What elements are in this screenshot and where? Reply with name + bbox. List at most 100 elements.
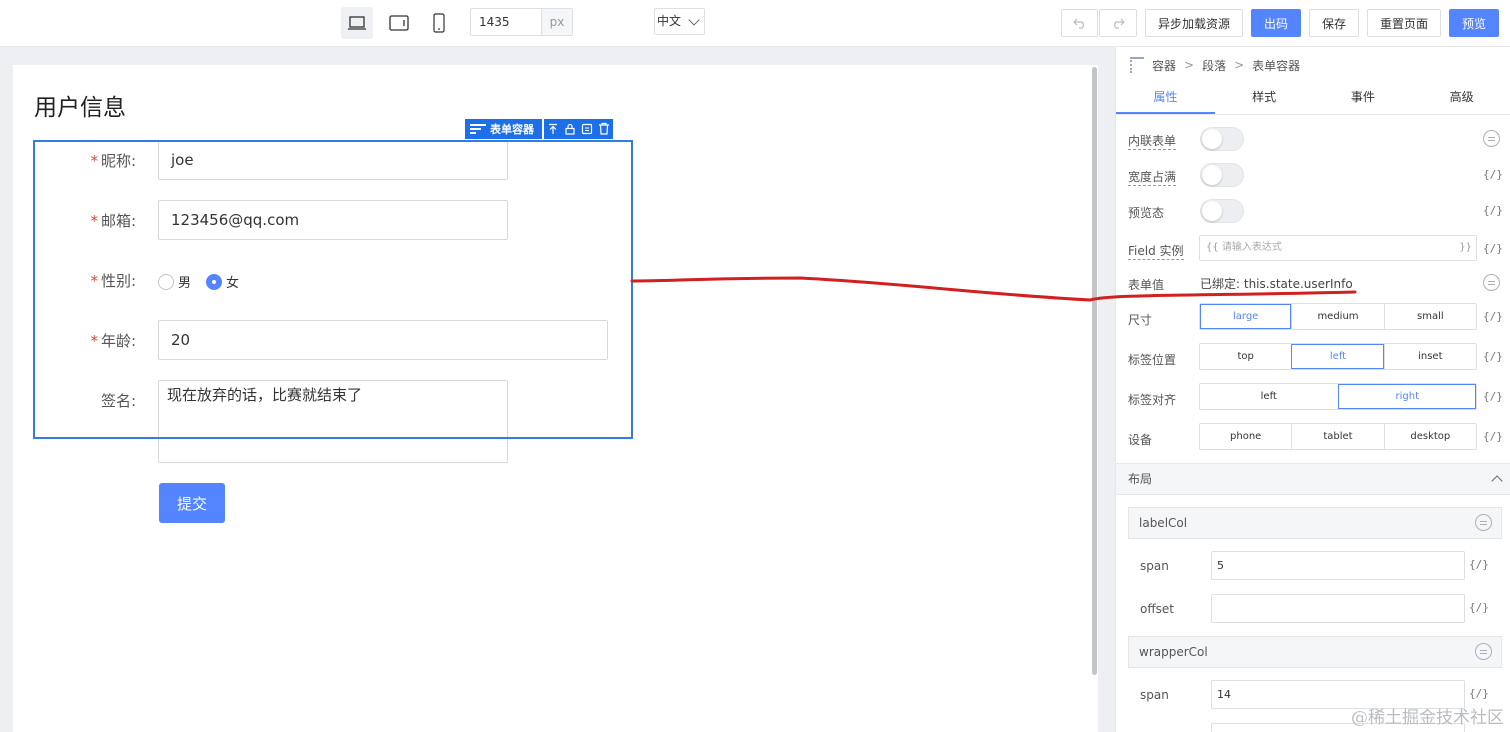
copy-icon[interactable] xyxy=(581,120,593,139)
variable-icon[interactable]: {/} xyxy=(1483,430,1503,443)
wrapper-col-span-label: span xyxy=(1140,688,1169,702)
inline-form-label: 内联表单 xyxy=(1128,134,1177,150)
top-toolbar: 1435 px 中文 异步加载资源 出码 保存 重置页面 预览 xyxy=(0,0,1510,47)
redo-icon xyxy=(1114,18,1125,29)
size-option-small[interactable]: small xyxy=(1383,304,1476,329)
preview-button[interactable]: 预览 xyxy=(1449,9,1499,37)
canvas-width-unit: px xyxy=(541,9,572,35)
select-parent-icon[interactable] xyxy=(547,120,559,139)
label-position-option-left[interactable]: left xyxy=(1291,344,1384,369)
variable-icon[interactable]: {/} xyxy=(1469,687,1489,700)
size-option-medium[interactable]: medium xyxy=(1291,304,1383,329)
desktop-view-button[interactable] xyxy=(341,7,373,39)
variable-bind-icon[interactable] xyxy=(1475,514,1492,531)
language-select[interactable]: 中文 xyxy=(654,8,705,35)
gender-option-male[interactable]: 男 xyxy=(158,272,191,291)
radio-female[interactable] xyxy=(206,273,222,290)
variable-icon[interactable]: {/} xyxy=(1469,558,1489,571)
tab-events[interactable]: 事件 xyxy=(1314,80,1413,114)
chevron-down-icon xyxy=(688,14,700,26)
wrapper-col-title: wrapperCol xyxy=(1139,645,1208,659)
signature-textarea[interactable]: 现在放弃的话，比赛就结束了 xyxy=(158,380,508,463)
breadcrumb-item-form[interactable]: 表单容器 xyxy=(1252,57,1300,74)
field-instance-input[interactable]: {{ 请输入表达式 }} xyxy=(1199,235,1477,261)
device-segmented: phone tablet desktop xyxy=(1199,423,1477,450)
size-label: 尺寸 xyxy=(1128,313,1153,327)
label-position-segmented: top left inset xyxy=(1199,343,1477,370)
export-code-button[interactable]: 出码 xyxy=(1251,9,1301,37)
inline-form-switch[interactable] xyxy=(1200,127,1244,151)
full-width-switch[interactable] xyxy=(1200,163,1244,187)
variable-bind-icon[interactable] xyxy=(1483,274,1500,291)
device-label: 设备 xyxy=(1128,433,1153,447)
layout-section-header[interactable]: 布局 xyxy=(1116,463,1510,495)
selected-component-tag[interactable]: 表单容器 xyxy=(465,119,542,139)
gender-option-female-label: 女 xyxy=(226,276,240,291)
delete-icon[interactable] xyxy=(598,120,610,139)
tab-style[interactable]: 样式 xyxy=(1215,80,1314,114)
submit-button[interactable]: 提交 xyxy=(159,483,225,523)
field-instance-label: Field 实例 xyxy=(1128,244,1184,260)
mobile-view-button[interactable] xyxy=(423,7,455,39)
variable-bind-icon[interactable] xyxy=(1475,643,1492,660)
label-align-segmented: left right xyxy=(1199,383,1477,410)
tab-advanced[interactable]: 高级 xyxy=(1412,80,1510,114)
radio-male[interactable] xyxy=(158,273,174,290)
variable-icon[interactable]: {/} xyxy=(1483,350,1503,363)
selected-component-name: 表单容器 xyxy=(490,123,534,136)
async-load-button[interactable]: 异步加载资源 xyxy=(1145,9,1243,37)
label-position-label: 标签位置 xyxy=(1128,353,1177,367)
label-position-option-inset[interactable]: inset xyxy=(1383,344,1476,369)
variable-icon[interactable]: {/} xyxy=(1483,168,1503,181)
form-container-icon xyxy=(470,124,486,134)
breadcrumb-item-container[interactable]: 容器 xyxy=(1152,57,1176,74)
component-tree-icon xyxy=(1130,57,1144,73)
canvas-width-input[interactable]: 1435 px xyxy=(470,8,573,36)
variable-icon[interactable]: {/} xyxy=(1483,390,1503,403)
variable-icon[interactable]: {/} xyxy=(1483,242,1503,255)
breadcrumb-item-paragraph[interactable]: 段落 xyxy=(1202,57,1226,74)
email-input[interactable]: 123456@qq.com xyxy=(158,200,508,240)
undo-button[interactable] xyxy=(1061,9,1098,37)
label-col-span-input[interactable]: 5 xyxy=(1211,551,1465,580)
reset-page-button[interactable]: 重置页面 xyxy=(1367,9,1441,37)
redo-button[interactable] xyxy=(1099,9,1137,37)
wrapper-col-header: wrapperCol xyxy=(1128,636,1502,668)
label-align-label: 标签对齐 xyxy=(1128,393,1177,407)
panel-tabs: 属性 样式 事件 高级 xyxy=(1116,80,1510,115)
label-col-offset-input[interactable] xyxy=(1211,594,1465,623)
label-align-option-left[interactable]: left xyxy=(1200,384,1338,409)
variable-icon[interactable]: {/} xyxy=(1469,601,1489,614)
age-input[interactable]: 20 xyxy=(158,320,608,360)
properties-panel: 容器 > 段落 > 表单容器 属性 样式 事件 高级 内联表单 宽度占满 {/}… xyxy=(1115,47,1510,732)
device-option-desktop[interactable]: desktop xyxy=(1383,424,1476,449)
label-col-title: labelCol xyxy=(1139,516,1188,530)
selection-actions xyxy=(544,119,613,139)
tab-properties[interactable]: 属性 xyxy=(1116,80,1215,114)
canvas-scrollbar[interactable] xyxy=(1092,67,1097,675)
device-option-phone[interactable]: phone xyxy=(1200,424,1291,449)
phone-icon xyxy=(433,13,445,33)
preview-state-label: 预览态 xyxy=(1128,206,1165,220)
canvas-width-value[interactable]: 1435 xyxy=(471,9,541,35)
variable-icon[interactable]: {/} xyxy=(1483,310,1503,323)
nickname-label: * 昵称: xyxy=(90,152,136,170)
variable-bind-icon[interactable] xyxy=(1483,130,1500,147)
email-label: * 邮箱: xyxy=(90,212,136,230)
nickname-input[interactable]: joe xyxy=(158,140,508,180)
gender-option-female[interactable]: 女 xyxy=(206,272,239,291)
signature-label: 签名: xyxy=(100,392,136,410)
tablet-view-button[interactable] xyxy=(383,7,415,39)
size-option-large[interactable]: large xyxy=(1200,304,1292,329)
label-align-option-right[interactable]: right xyxy=(1337,384,1476,409)
save-button[interactable]: 保存 xyxy=(1309,9,1359,37)
variable-icon[interactable]: {/} xyxy=(1483,204,1503,217)
gender-label: * 性别: xyxy=(90,272,136,290)
lock-icon[interactable] xyxy=(564,120,576,139)
preview-state-switch[interactable] xyxy=(1200,199,1244,223)
device-option-tablet[interactable]: tablet xyxy=(1291,424,1383,449)
breadcrumb: 容器 > 段落 > 表单容器 xyxy=(1130,55,1300,75)
label-col-span-label: span xyxy=(1140,559,1169,573)
undo-icon xyxy=(1072,18,1084,29)
label-position-option-top[interactable]: top xyxy=(1200,344,1291,369)
